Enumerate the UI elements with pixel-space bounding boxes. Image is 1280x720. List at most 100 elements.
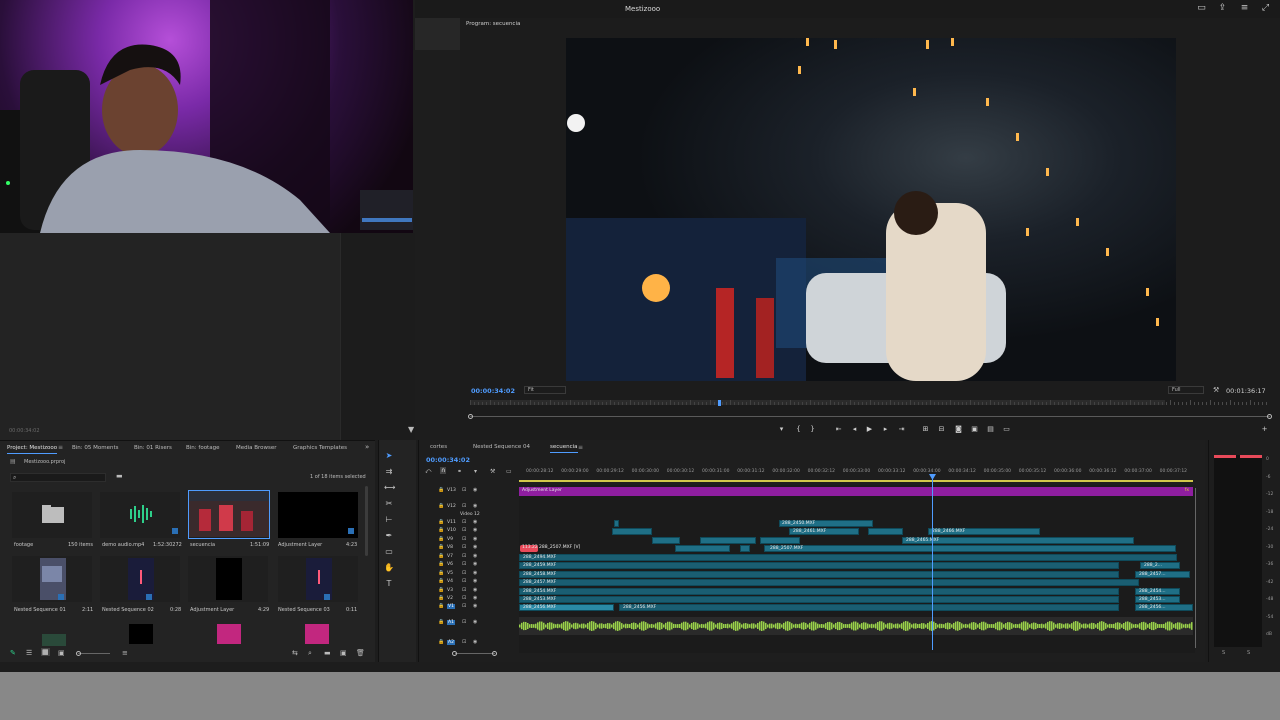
clip-v10-c[interactable] xyxy=(868,528,903,535)
clip-v6[interactable]: 288_2459.MXF xyxy=(519,562,1119,569)
toggle-output-icon[interactable]: ◉ xyxy=(473,603,477,609)
timeline-scroll-handle-left[interactable] xyxy=(452,651,457,656)
safe-margins-icon[interactable]: ▭ xyxy=(1002,425,1011,433)
tab-graphics-templates[interactable]: Graphics Templates xyxy=(293,445,347,451)
lock-icon[interactable]: 🔒 xyxy=(438,570,444,576)
program-timecode[interactable]: 00:00:34:02 xyxy=(471,387,515,395)
lock-icon[interactable]: 🔒 xyxy=(438,519,444,525)
timeline-settings-icon[interactable]: ⚒ xyxy=(490,468,495,475)
toggle-output-icon[interactable]: ◉ xyxy=(473,519,477,525)
lock-icon[interactable]: 🔒 xyxy=(438,603,444,609)
window-icon[interactable]: ▭ xyxy=(1197,4,1206,13)
track-label-v8[interactable]: V8 xyxy=(447,545,453,550)
zoom-handle-left[interactable] xyxy=(468,414,473,419)
lock-icon[interactable]: 🔒 xyxy=(438,578,444,584)
rectangle-tool-icon[interactable]: ▭ xyxy=(384,547,394,557)
track-label-v4[interactable]: V4 xyxy=(447,579,453,584)
maximize-icon[interactable]: ⤢ xyxy=(1261,4,1270,13)
pen-tool-icon[interactable]: ✒ xyxy=(384,531,394,541)
sync-lock-icon[interactable]: ⊡ xyxy=(462,578,466,584)
track-label-v13[interactable]: V13 xyxy=(447,488,456,493)
new-bin-icon[interactable]: ▬ xyxy=(116,472,123,480)
list-view-icon[interactable]: ☰ xyxy=(26,649,32,657)
lock-icon[interactable]: 🔒 xyxy=(438,487,444,493)
menu-icon[interactable]: ≡ xyxy=(1240,4,1249,13)
camera-icon[interactable]: ◙ xyxy=(954,425,963,433)
freeform-view-icon[interactable]: ▣ xyxy=(58,649,65,657)
toggle-output-icon[interactable]: ◉ xyxy=(473,544,477,550)
clip-v3[interactable]: 288_2454.MXF xyxy=(519,588,1119,595)
track-label-v7[interactable]: V7 xyxy=(447,554,453,559)
clip-v10-b[interactable]: 288_2461.MXF xyxy=(789,528,859,535)
track-label-a2[interactable]: A2 xyxy=(447,640,455,645)
clip-v11[interactable]: 288_2450.MXF xyxy=(779,520,873,527)
automate-icon[interactable]: ⇆ xyxy=(292,649,298,657)
sort-icon[interactable]: ≡ xyxy=(122,649,128,657)
clip-v9-b[interactable] xyxy=(700,537,756,544)
ripple-edit-tool-icon[interactable]: ⟷ xyxy=(384,483,395,493)
partial-thumbnail[interactable] xyxy=(42,634,66,646)
zoom-slider-handle[interactable] xyxy=(76,651,81,656)
lock-icon[interactable]: 🔒 xyxy=(438,527,444,533)
program-monitor-title[interactable]: Program: secuencia xyxy=(466,21,520,27)
work-area-bar[interactable] xyxy=(519,480,1193,482)
audio-clip-a1[interactable] xyxy=(519,617,1193,635)
icon-view-icon[interactable]: ▦ xyxy=(41,648,50,656)
partial-thumbnail[interactable] xyxy=(305,624,329,644)
clip-v10-d[interactable]: 288_2466.MXF xyxy=(928,528,1040,535)
toggle-output-icon[interactable]: ◉ xyxy=(473,587,477,593)
slip-tool-icon[interactable]: ⊢ xyxy=(384,515,394,525)
timeline-vertical-scroll[interactable] xyxy=(1195,488,1196,648)
lock-icon[interactable]: 🔒 xyxy=(438,536,444,542)
project-item-footage[interactable] xyxy=(12,492,92,538)
sync-lock-icon[interactable]: ⊡ xyxy=(462,595,466,601)
toggle-output-icon[interactable]: ◉ xyxy=(473,536,477,542)
tab-secuencia[interactable]: secuencia xyxy=(550,444,578,453)
tab-bin-risers[interactable]: Bin: 01 Risers xyxy=(134,445,172,451)
clip-v2[interactable]: 288_2453.MXF xyxy=(519,596,1119,603)
track-label-v3[interactable]: V3 xyxy=(447,588,453,593)
project-item-nested-03[interactable] xyxy=(278,556,358,602)
razor-tool-icon[interactable]: ✂ xyxy=(384,499,394,509)
lock-icon[interactable]: 🔒 xyxy=(438,619,444,625)
track-label-v6[interactable]: V6 xyxy=(447,562,453,567)
toggle-output-icon[interactable]: ◉ xyxy=(473,527,477,533)
track-label-v12[interactable]: V12 xyxy=(447,504,456,509)
project-item-demo-audio[interactable] xyxy=(100,492,180,538)
clip-v8-d[interactable]: 288_2507.MXF xyxy=(764,545,1176,552)
adjustment-layer-clip[interactable]: Adjustment Layer fx xyxy=(519,487,1193,496)
sync-lock-icon[interactable]: ⊡ xyxy=(462,536,466,542)
track-label-video-12[interactable]: Video 12 xyxy=(460,512,480,517)
clip-v3-right[interactable]: 288_2454... xyxy=(1135,588,1180,595)
tab-bin-footage[interactable]: Bin: footage xyxy=(186,445,219,451)
sync-lock-icon[interactable]: ⊡ xyxy=(462,561,466,567)
project-item-nested-01[interactable] xyxy=(12,556,92,602)
sync-lock-icon[interactable]: ⊡ xyxy=(462,487,466,493)
vr-icon[interactable]: ▤ xyxy=(986,425,995,433)
linked-selection-icon[interactable]: ⚭ xyxy=(457,468,462,475)
sync-lock-icon[interactable]: ⊡ xyxy=(462,619,466,625)
project-search-input[interactable]: ⌕ xyxy=(10,473,106,482)
toggle-output-icon[interactable]: ◉ xyxy=(473,503,477,509)
clip-v5-right[interactable]: 288_2457... xyxy=(1135,571,1190,578)
project-item-adjustment-layer[interactable] xyxy=(278,492,358,538)
toggle-output-icon[interactable]: ◉ xyxy=(473,639,477,645)
tab-nested-sequence-04[interactable]: Nested Sequence 04 xyxy=(473,444,530,450)
clip-v8-label[interactable]: 288_2507.MXF [V] xyxy=(539,545,649,552)
tab-cortes[interactable]: cortes xyxy=(430,444,447,450)
toggle-output-icon[interactable]: ◉ xyxy=(473,553,477,559)
tab-media-browser[interactable]: Media Browser xyxy=(236,445,277,451)
solo-left[interactable]: S xyxy=(1222,650,1225,656)
tab-menu-icon[interactable]: ≡ xyxy=(578,444,583,451)
quality-dropdown[interactable]: Full xyxy=(1168,386,1204,394)
clip-v4[interactable]: 288_2457.MXF xyxy=(519,579,1139,586)
mark-in-icon[interactable]: { xyxy=(794,425,803,433)
lock-icon[interactable]: 🔒 xyxy=(438,503,444,509)
program-video-frame[interactable] xyxy=(566,38,1176,381)
nest-icon[interactable]: ⤺ xyxy=(425,468,431,476)
clip-v9-a[interactable] xyxy=(652,537,680,544)
clip-v5[interactable]: 288_2458.MXF xyxy=(519,571,1119,578)
wrench-icon[interactable]: ⚒ xyxy=(1213,386,1219,394)
type-tool-icon[interactable]: T xyxy=(384,579,394,589)
clip-v1-b[interactable]: 288_2456.MXF xyxy=(619,604,1119,611)
